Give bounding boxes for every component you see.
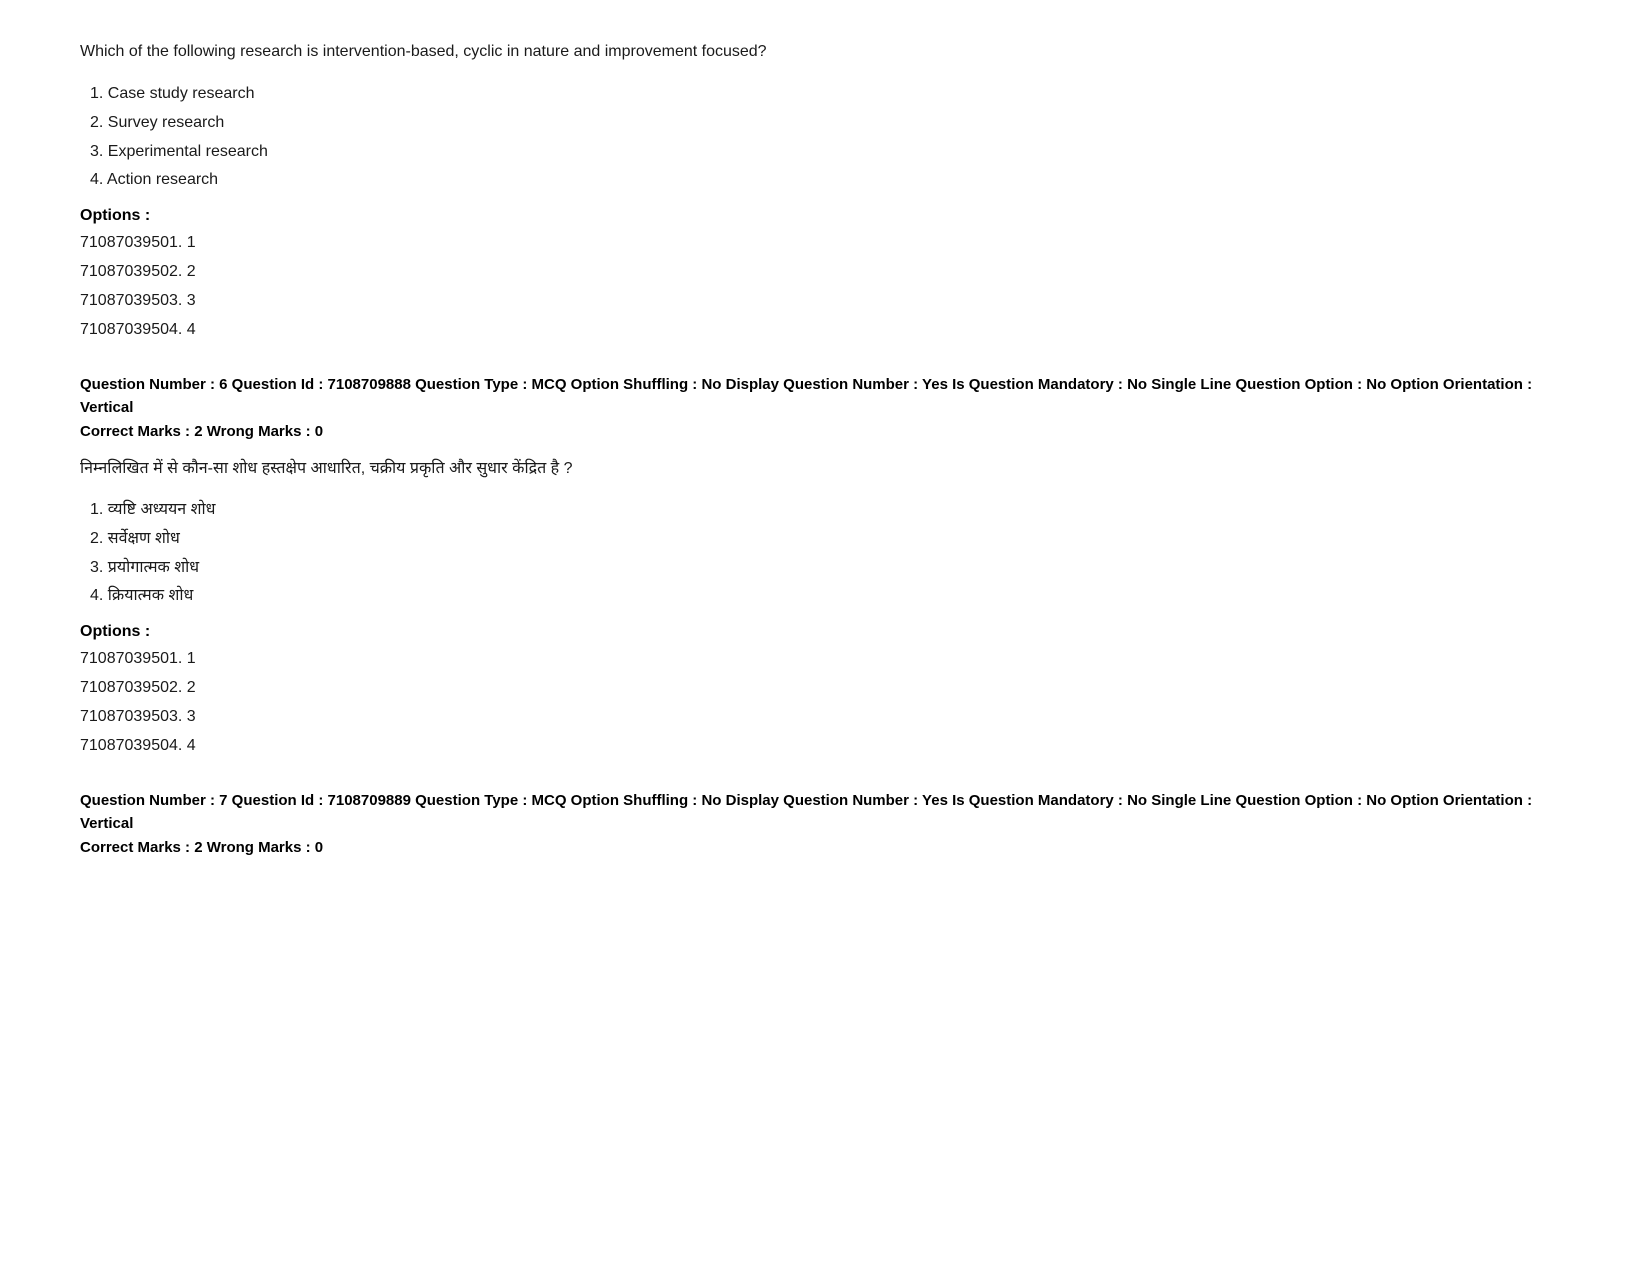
question-6-meta: Question Number : 6 Question Id : 710870… bbox=[80, 374, 1570, 440]
option-code-4: 71087039504. 4 bbox=[80, 316, 1570, 345]
list-item: 1. Case study research bbox=[90, 80, 1570, 109]
option-codes-top: 71087039501. 1 71087039502. 2 7108703950… bbox=[80, 229, 1570, 344]
list-item: 1. व्यष्टि अध्ययन शोध bbox=[90, 496, 1570, 525]
options-list-top: 1. Case study research 2. Survey researc… bbox=[80, 80, 1570, 195]
option-code-q6-1: 71087039501. 1 bbox=[80, 645, 1570, 674]
list-item: 3. प्रयोगात्मक शोध bbox=[90, 554, 1570, 583]
question-6-body: निम्नलिखित में से कौन-सा शोध हस्तक्षेप आ… bbox=[80, 456, 1570, 760]
question-6-hindi-text: निम्नलिखित में से कौन-सा शोध हस्तक्षेप आ… bbox=[80, 456, 1570, 482]
options-label-top: Options : bbox=[80, 207, 1570, 225]
question-6-marks: Correct Marks : 2 Wrong Marks : 0 bbox=[80, 423, 1570, 440]
list-item: 4. क्रियात्मक शोध bbox=[90, 582, 1570, 611]
question-7-marks: Correct Marks : 2 Wrong Marks : 0 bbox=[80, 839, 1570, 856]
option-code-q6-2: 71087039502. 2 bbox=[80, 674, 1570, 703]
list-item: 2. Survey research bbox=[90, 109, 1570, 138]
list-item: 4. Action research bbox=[90, 166, 1570, 195]
list-item: 3. Experimental research bbox=[90, 138, 1570, 167]
question-7-meta: Question Number : 7 Question Id : 710870… bbox=[80, 790, 1570, 856]
question-6-meta-line1: Question Number : 6 Question Id : 710870… bbox=[80, 374, 1570, 419]
option-codes-q6: 71087039501. 1 71087039502. 2 7108703950… bbox=[80, 645, 1570, 760]
option-code-2: 71087039502. 2 bbox=[80, 258, 1570, 287]
options-label-q6: Options : bbox=[80, 623, 1570, 641]
question-block-top: Which of the following research is inter… bbox=[80, 40, 1570, 344]
option-code-3: 71087039503. 3 bbox=[80, 287, 1570, 316]
question-text-top: Which of the following research is inter… bbox=[80, 40, 1570, 64]
option-code-q6-4: 71087039504. 4 bbox=[80, 732, 1570, 761]
option-code-q6-3: 71087039503. 3 bbox=[80, 703, 1570, 732]
question-6-options-list: 1. व्यष्टि अध्ययन शोध 2. सर्वेक्षण शोध 3… bbox=[80, 496, 1570, 611]
list-item: 2. सर्वेक्षण शोध bbox=[90, 525, 1570, 554]
question-7-meta-line1: Question Number : 7 Question Id : 710870… bbox=[80, 790, 1570, 835]
option-code-1: 71087039501. 1 bbox=[80, 229, 1570, 258]
